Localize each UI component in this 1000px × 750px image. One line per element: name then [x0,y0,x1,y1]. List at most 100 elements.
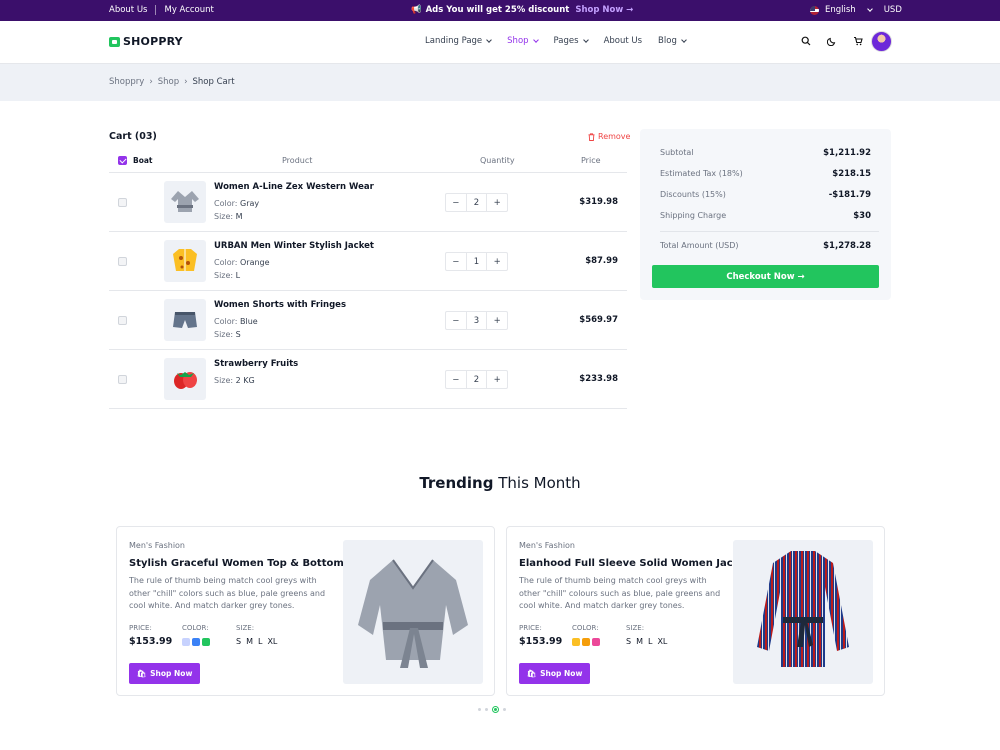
size-option[interactable]: XL [657,637,667,646]
increment-button[interactable]: + [487,312,507,329]
decrement-button[interactable]: − [446,371,466,388]
user-avatar[interactable] [871,31,892,52]
quantity-input[interactable]: 1 [465,253,488,270]
carousel-dot[interactable] [478,708,481,711]
search-icon[interactable] [801,36,811,46]
carousel-dot-active[interactable] [492,706,499,713]
item-price: $569.97 [579,315,618,325]
product-thumbnail[interactable] [164,358,206,400]
size-option[interactable]: XL [267,637,277,646]
size-option[interactable]: S [626,637,631,646]
row-checkbox[interactable] [118,198,127,207]
chevron-down-icon[interactable] [866,6,873,12]
chevron-down-icon [532,37,539,43]
table-row: URBAN Men Winter Stylish Jacket Color: O… [109,232,627,291]
product-name[interactable]: URBAN Men Winter Stylish Jacket [214,241,374,251]
megaphone-icon: 📢 [411,5,422,15]
my-account-link[interactable]: My Account [164,5,213,15]
product-category: Men's Fashion [129,541,185,550]
size-option[interactable]: S [236,637,241,646]
table-row: Women A-Line Zex Western Wear Color: Gra… [109,173,627,232]
summary-value: $1,278.28 [823,241,871,251]
breadcrumb-current: Shop Cart [192,77,235,87]
brand-name: SHOPPRY [123,35,183,48]
color-swatch[interactable] [182,638,190,646]
product-name[interactable]: Strawberry Fruits [214,359,298,369]
increment-button[interactable]: + [487,253,507,270]
breadcrumb-shop[interactable]: Shop [158,77,179,87]
product-name[interactable]: Women A-Line Zex Western Wear [214,182,374,192]
quantity-input[interactable]: 2 [465,371,488,388]
color-swatch[interactable] [592,638,600,646]
nav-pages[interactable]: Pages [554,36,589,46]
decrement-button[interactable]: − [446,194,466,211]
product-image[interactable] [733,540,873,684]
carousel-pagination [478,706,506,713]
blouse-image [358,558,468,668]
quantity-input[interactable]: 2 [465,194,488,211]
nav-landing-page[interactable]: Landing Page [425,36,492,46]
color-label: COLOR: [182,624,209,632]
size-option[interactable]: M [636,637,643,646]
increment-button[interactable]: + [487,371,507,388]
color-swatch[interactable] [192,638,200,646]
nav-about-us[interactable]: About Us [604,36,642,46]
order-summary: Subtotal $1,211.92 Estimated Tax (18%) $21… [640,129,891,300]
size-option[interactable]: L [258,637,262,646]
row-checkbox[interactable] [118,375,127,384]
product-title[interactable]: Elanhood Full Sleeve Solid Women Jacket [519,558,751,569]
decrement-button[interactable]: − [446,253,466,270]
select-all-checkbox[interactable] [118,156,127,165]
color-swatch[interactable] [572,638,580,646]
moon-icon[interactable] [827,36,837,46]
carousel-dot[interactable] [503,708,506,711]
chevron-down-icon [681,37,687,43]
attr-value: Blue [240,317,258,326]
product-title[interactable]: Stylish Graceful Women Top & Bottom Sets [129,558,372,569]
row-checkbox[interactable] [118,257,127,266]
quantity-input[interactable]: 3 [465,312,488,329]
strawberry-image [174,372,197,389]
product-thumbnail[interactable] [164,240,206,282]
nav-label: Shop [507,36,529,46]
product-thumbnail[interactable] [164,299,206,341]
carousel-dot[interactable] [485,708,488,711]
breadcrumb-shoppry[interactable]: Shoppry [109,77,144,87]
shop-now-button[interactable]: 🛍 Shop Now [129,663,200,684]
product-info: URBAN Men Winter Stylish Jacket Color: O… [214,241,374,282]
decrement-button[interactable]: − [446,312,466,329]
row-checkbox[interactable] [118,316,127,325]
currency-select[interactable]: USD [884,5,902,15]
attr-value: S [235,330,241,339]
product-attr: Size: 2 KG [214,374,298,387]
shop-now-button[interactable]: 🛍 Shop Now [519,663,590,684]
color-swatch[interactable] [582,638,590,646]
brand-logo[interactable]: SHOPPRY [109,35,183,48]
color-swatches [572,638,600,646]
color-swatch[interactable] [202,638,210,646]
attr-key: Color: [214,199,238,208]
product-name[interactable]: Women Shorts with Fringes [214,300,346,310]
size-option[interactable]: M [246,637,253,646]
attr-key: Size: [214,376,234,385]
about-us-link[interactable]: About Us [109,5,147,15]
nav-shop[interactable]: Shop [507,36,539,46]
increment-button[interactable]: + [487,194,507,211]
product-image[interactable] [343,540,483,684]
title-rest: This Month [493,474,581,492]
color-swatches [182,638,210,646]
size-option[interactable]: L [648,637,652,646]
summary-divider [660,231,879,232]
language-select[interactable]: English [825,5,856,15]
nav-blog[interactable]: Blog [658,36,687,46]
summary-value: $1,211.92 [823,148,871,158]
discount-line: Discounts (15%) -$181.79 [660,190,871,200]
cart-icon[interactable] [853,36,863,46]
product-attr: Color: Gray [214,197,374,210]
product-thumbnail[interactable] [164,181,206,223]
store-icon [109,36,120,47]
remove-button[interactable]: Remove [588,132,630,141]
promo-shop-now-link[interactable]: Shop Now → [575,5,633,15]
product-price: $153.99 [129,636,173,647]
checkout-button[interactable]: Checkout Now → [652,265,879,288]
